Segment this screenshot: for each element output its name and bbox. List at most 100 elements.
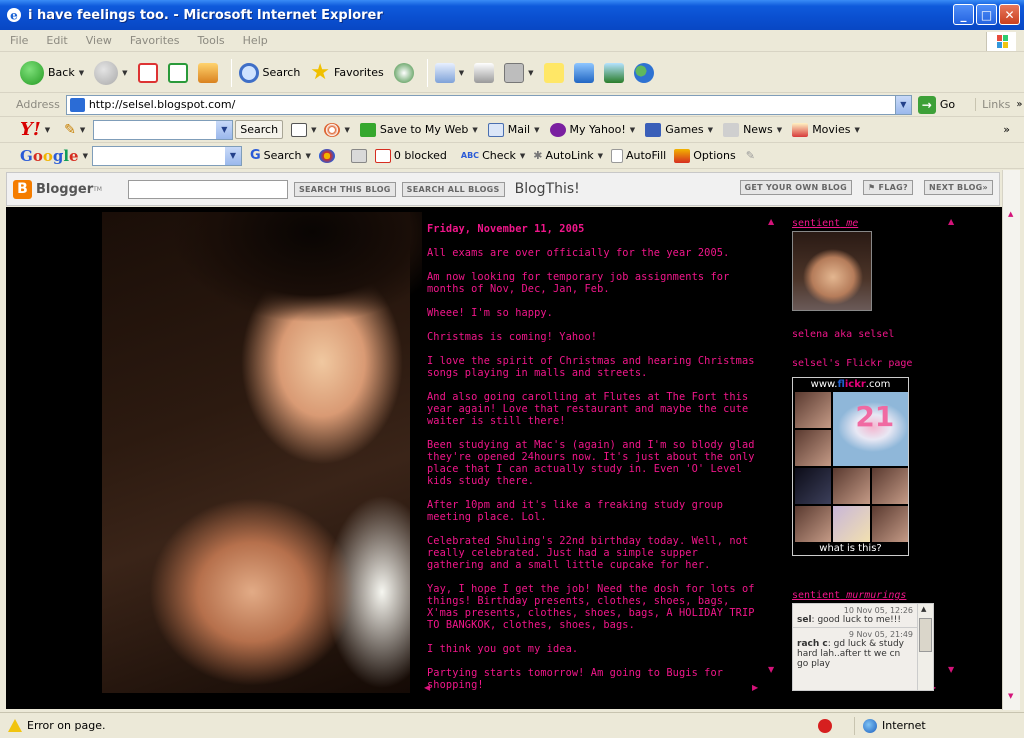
flickr-photo[interactable] [871,506,908,542]
chevron-down-icon[interactable]: ▼ [79,69,84,77]
chevron-down-icon[interactable]: ▼ [45,126,50,134]
flickr-photo[interactable] [795,468,832,504]
blog-search-input[interactable] [127,179,288,199]
chevron-down-icon[interactable]: ▼ [80,126,85,134]
edit-button[interactable]: ▼ [502,57,535,89]
go-button[interactable]: → Go [917,95,955,114]
flickr-what-is-this-link[interactable]: what is this? [793,543,908,554]
favorites-button[interactable]: ★ Favorites [308,57,385,89]
discuss-button[interactable] [542,57,566,89]
scroll-up-icon[interactable]: ▲ [1008,210,1013,218]
movies-button[interactable]: Movies ▼ [792,122,860,137]
mail-button[interactable]: ▼ [433,57,466,89]
menu-file[interactable]: File [8,34,30,47]
maximize-button[interactable]: □ [976,4,997,25]
pencil-icon[interactable]: ✎ [746,149,755,162]
print-button[interactable] [472,57,496,89]
security-zone[interactable]: Internet [854,716,926,735]
chevron-down-icon[interactable]: ▼ [83,152,88,160]
home-button[interactable] [196,57,220,89]
games-button[interactable]: Games ▼ [645,122,713,137]
chevron-down-icon[interactable]: ▼ [894,95,911,114]
pagerank-icon[interactable] [318,148,335,163]
shoutbox[interactable]: 10 Nov 05, 12:26 sel: good luck to me!!!… [792,603,934,691]
back-button[interactable]: Back ▼ [18,57,86,89]
flickr-photo[interactable] [833,506,870,542]
pencil-icon[interactable]: ✎ [64,122,76,138]
menu-edit[interactable]: Edit [44,34,69,47]
address-input[interactable]: http://selsel.blogspot.com/ ▼ [65,94,912,115]
status-message[interactable]: Error on page. [0,719,810,732]
chevron-down-icon[interactable]: ▼ [122,69,127,77]
highlight-icon[interactable] [291,122,308,137]
yahoo-search-input[interactable]: ▼ [93,119,234,140]
forward-button[interactable]: ▼ [92,57,129,89]
autofill-button[interactable]: AutoFill [610,148,666,163]
my-yahoo-button[interactable]: My Yahoo! ▼ [549,122,635,137]
page-scrollbar[interactable]: ▲ ▼ [1002,170,1020,710]
get-your-own-blog-button[interactable]: GET YOUR OWN BLOG [739,180,853,195]
menu-view[interactable]: View [84,34,114,47]
chevron-down-icon[interactable]: ▼ [311,126,316,134]
popup-blocker-button[interactable]: 0 blocked [374,148,447,163]
chevron-down-icon[interactable]: ▼ [224,146,241,165]
next-blog-button[interactable]: NEXT BLOG» [923,180,993,195]
news-button[interactable]: News ▼ [723,122,782,137]
scroll-down-icon[interactable]: ▼ [1008,692,1013,700]
scrollbar-thumb[interactable] [919,618,932,652]
refresh-button[interactable] [166,57,190,89]
menu-favorites[interactable]: Favorites [128,34,182,47]
blogthis-link[interactable]: BlogThis! [515,181,580,197]
yahoo-search-button[interactable]: Search [235,120,284,139]
google-logo[interactable]: Google [20,147,79,165]
popup-blocked-icon[interactable] [818,718,832,733]
flag-button[interactable]: ⚑ FLAG? [863,180,913,195]
sidebar-scroll-up-icon[interactable]: ▲ [948,217,954,226]
flickr-badge[interactable]: www.flickr.com 21 what is this? [792,377,909,556]
links-button[interactable]: Links [975,98,1010,111]
flickr-photo[interactable] [795,430,832,466]
yahoo-logo[interactable]: Y! [20,119,41,140]
chevron-down-icon[interactable]: ▼ [344,126,349,134]
history-button[interactable] [392,57,416,89]
chevron-down-icon[interactable]: ▼ [216,120,233,139]
mail-button-yahoo[interactable]: Mail ▼ [487,122,540,137]
stop-button[interactable] [136,57,160,89]
minimize-button[interactable]: _ [953,4,974,25]
flickr-photo[interactable] [833,468,870,504]
google-search-input[interactable]: ▼ [91,145,242,166]
news-icon[interactable] [350,148,367,163]
scroll-up-icon[interactable]: ▲ [921,605,926,613]
autolink-button[interactable]: ✱ AutoLink ▼ [533,149,603,162]
sidebar-scroll-down-icon[interactable]: ▼ [948,665,954,674]
messenger-button[interactable] [602,57,626,89]
save-to-my-web-button[interactable]: Save to My Web ▼ [359,122,478,137]
search-all-blogs-button[interactable]: SEARCH ALL BLOGS [401,181,505,197]
menu-tools[interactable]: Tools [196,34,227,47]
avatar[interactable] [792,231,872,311]
google-search-button[interactable]: G Search ▼ [250,148,311,163]
shoutbox-scrollbar[interactable]: ▲ [917,604,933,690]
options-button[interactable]: Options [674,148,736,163]
flickr-photo[interactable] [795,506,832,542]
flickr-page-link[interactable]: selsel's Flickr page [792,358,942,369]
profile-heading[interactable]: sentient me [792,218,942,229]
spellcheck-button[interactable]: ABC Check ▼ [461,149,525,162]
research-button[interactable] [572,57,596,89]
chevron-right-icon[interactable]: » [1016,99,1022,110]
chevron-right-icon[interactable]: » [1003,123,1010,136]
search-button[interactable]: Search [237,57,303,89]
window-title: i have feelings too. - Microsoft Interne… [28,7,383,23]
msn-messenger-button[interactable] [632,57,656,89]
post-scroll-down-icon[interactable]: ▼ [768,665,774,674]
search-this-blog-button[interactable]: SEARCH THIS BLOG [293,181,396,197]
title-bar[interactable]: e i have feelings too. - Microsoft Inter… [0,0,1024,30]
menu-help[interactable]: Help [241,34,270,47]
flickr-photo[interactable]: 21 [833,392,908,466]
flickr-photo[interactable] [795,392,832,428]
post-scroll-up-icon[interactable]: ▲ [768,217,774,226]
blogger-logo[interactable]: B Blogger TM [13,179,102,199]
target-icon[interactable] [324,122,341,137]
close-button[interactable]: ✕ [999,4,1020,25]
flickr-photo[interactable] [871,468,908,504]
